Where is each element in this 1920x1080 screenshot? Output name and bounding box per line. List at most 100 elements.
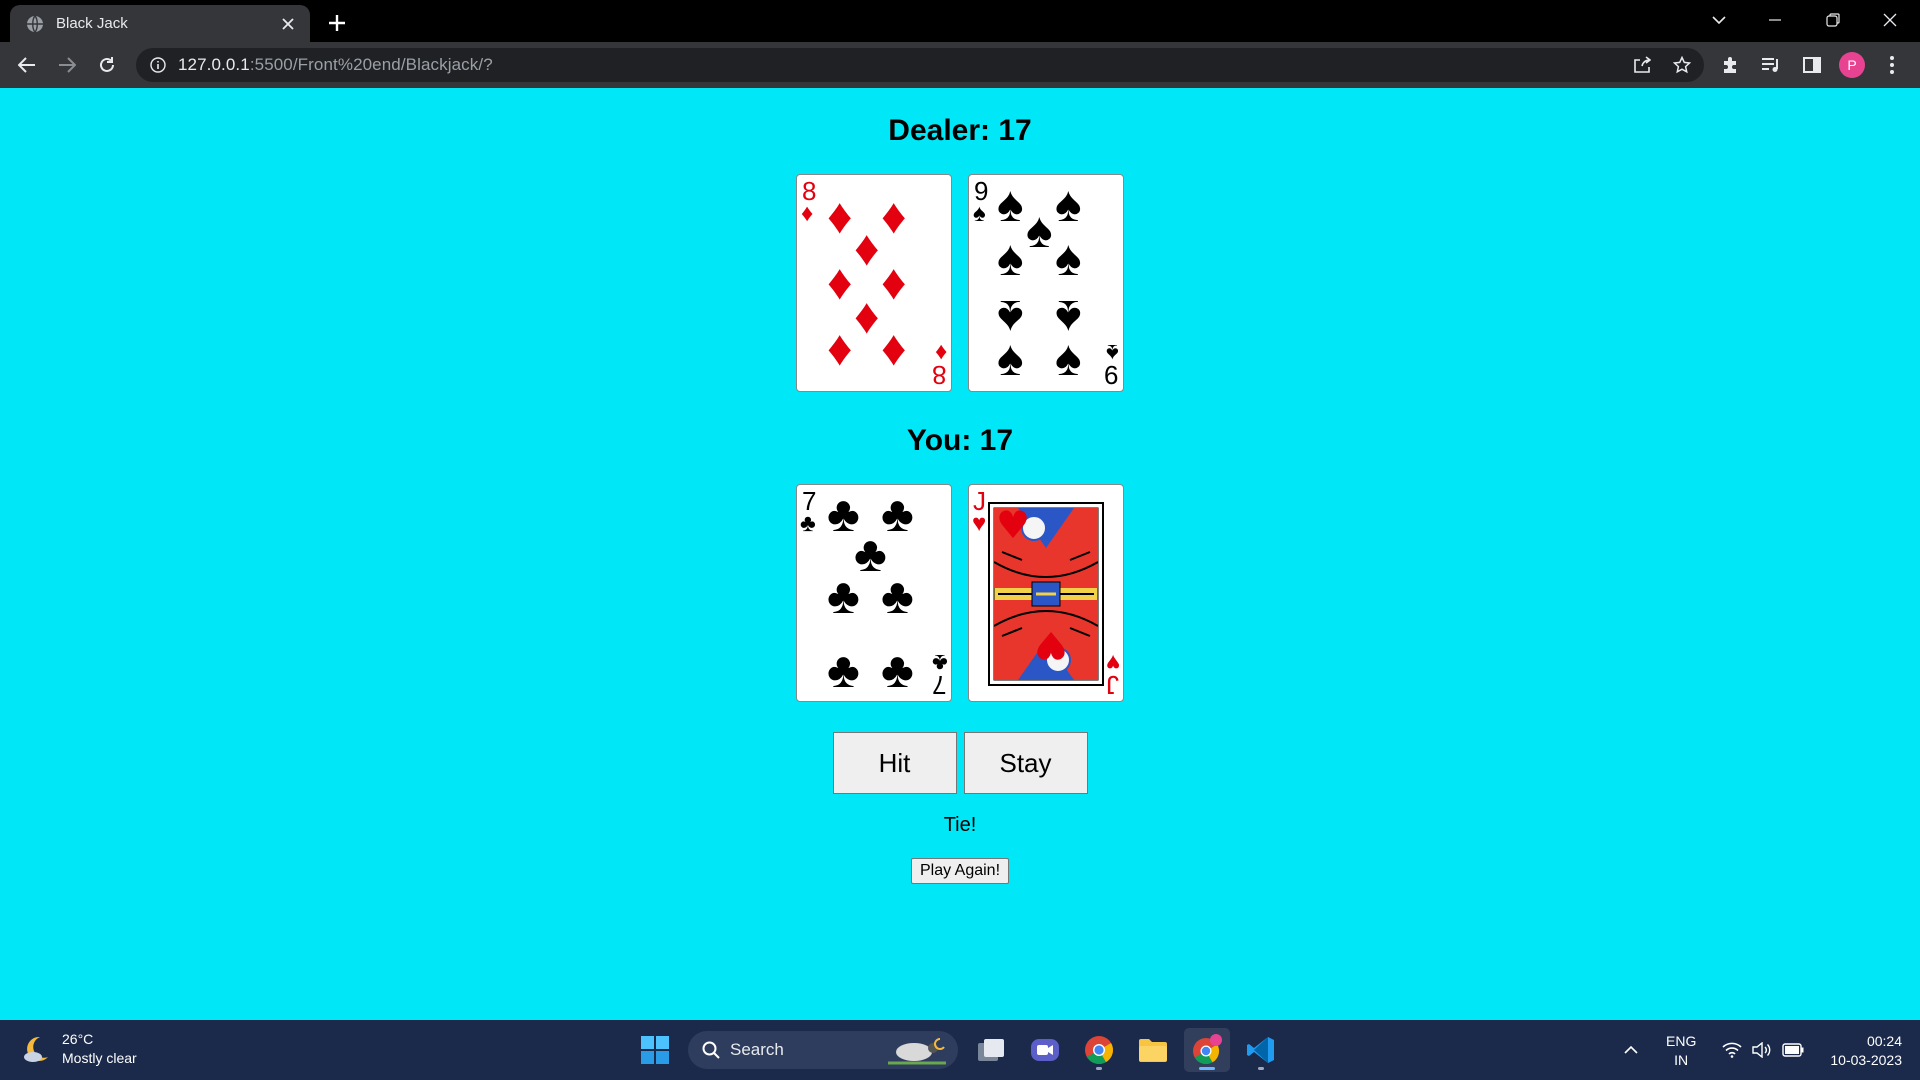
chrome-app-button[interactable] bbox=[1076, 1028, 1122, 1072]
weather-temperature: 26°C bbox=[62, 1031, 94, 1047]
site-info-icon[interactable] bbox=[150, 57, 166, 73]
jack-face-illustration: ♥ ♥ bbox=[988, 502, 1104, 686]
diamond-icon: ♦ bbox=[854, 288, 880, 344]
diamond-icon: ♦ bbox=[827, 254, 853, 310]
stay-button[interactable]: Stay bbox=[963, 732, 1088, 794]
diamond-icon: ♦ bbox=[881, 320, 907, 376]
dealer-hand: 8 ♦ 8 ♦ ♦ ♦ ♦ ♦ ♦ ♦ ♦ ♦ 9 ♠ 9 ♠ ♠ ♠ ♠ ♠ … bbox=[0, 174, 1920, 392]
start-button[interactable] bbox=[632, 1028, 678, 1072]
extensions-puzzle-icon[interactable] bbox=[1714, 49, 1746, 81]
weather-description: Mostly clear bbox=[62, 1050, 137, 1066]
running-indicator bbox=[1096, 1067, 1102, 1070]
side-panel-icon[interactable] bbox=[1796, 49, 1828, 81]
clock-date: 10-03-2023 bbox=[1830, 1052, 1902, 1068]
media-controls-icon[interactable] bbox=[1755, 49, 1787, 81]
tab-search-chevron-down-icon[interactable] bbox=[1695, 0, 1743, 40]
club-icon: ♣ bbox=[881, 642, 914, 698]
globe-icon bbox=[26, 15, 44, 33]
club-icon: ♣ bbox=[932, 649, 948, 676]
card-jack-of-hearts: J ♥ J ♥ ♥ ♥ bbox=[968, 484, 1124, 702]
spade-icon: ♠ bbox=[1106, 339, 1119, 366]
spade-icon: ♠ bbox=[997, 330, 1024, 386]
player-heading: You: 17 bbox=[906, 424, 1014, 457]
spade-icon: ♠ bbox=[1055, 176, 1082, 232]
hit-button[interactable]: Hit bbox=[832, 732, 957, 794]
file-explorer-button[interactable] bbox=[1130, 1028, 1176, 1072]
windows-logo-icon bbox=[641, 1036, 669, 1064]
clock-time: 00:24 bbox=[1866, 1033, 1902, 1049]
diamond-icon: ♦ bbox=[881, 188, 907, 244]
club-icon: ♣ bbox=[827, 568, 860, 624]
play-again-button[interactable]: Play Again! bbox=[910, 858, 1010, 884]
profile-avatar[interactable]: P bbox=[1836, 49, 1868, 81]
task-view-icon bbox=[976, 1037, 1006, 1063]
card-9-of-spades: 9 ♠ 9 ♠ ♠ ♠ ♠ ♠ ♠ ♠ ♠ ♠ ♠ bbox=[968, 174, 1124, 392]
club-icon: ♣ bbox=[800, 510, 816, 537]
player-hand: 7 ♣ 7 ♣ ♣ ♣ ♣ ♣ ♣ ♣ ♣ J ♥ J ♥ ♥ ♥ bbox=[0, 484, 1920, 702]
result-text: Tie! bbox=[943, 814, 977, 836]
chrome-icon bbox=[1084, 1035, 1114, 1065]
minimize-button[interactable] bbox=[1751, 0, 1799, 40]
heart-icon: ♥ bbox=[1105, 649, 1120, 676]
more-menu-icon[interactable] bbox=[1876, 49, 1908, 81]
blackjack-page: Dealer: 17 8 ♦ 8 ♦ ♦ ♦ ♦ ♦ ♦ ♦ ♦ ♦ 9 ♠ 9… bbox=[0, 88, 1920, 1020]
diamond-icon: ♦ bbox=[827, 320, 853, 376]
card-7-of-clubs: 7 ♣ 7 ♣ ♣ ♣ ♣ ♣ ♣ ♣ ♣ bbox=[796, 484, 952, 702]
new-tab-button[interactable] bbox=[323, 9, 351, 37]
spade-icon: ♠ bbox=[973, 200, 986, 227]
browser-tab[interactable]: Black Jack bbox=[10, 5, 310, 42]
folder-icon bbox=[1138, 1037, 1168, 1063]
reload-button[interactable] bbox=[91, 49, 123, 81]
spade-icon: ♠ bbox=[1055, 230, 1082, 286]
close-tab-icon[interactable] bbox=[278, 14, 298, 34]
club-icon: ♣ bbox=[881, 568, 914, 624]
svg-text:♥: ♥ bbox=[996, 503, 1030, 547]
teams-meet-button[interactable] bbox=[1022, 1028, 1068, 1072]
system-tray-status[interactable] bbox=[1722, 1020, 1804, 1080]
battery-icon bbox=[1782, 1043, 1804, 1057]
chrome-profile-icon bbox=[1191, 1034, 1223, 1066]
moon-cloud-icon bbox=[20, 1033, 52, 1065]
chrome-profile-app-button[interactable] bbox=[1184, 1028, 1230, 1072]
search-label: Search bbox=[730, 1040, 784, 1059]
share-icon[interactable] bbox=[1626, 49, 1658, 81]
dealer-heading: Dealer: 17 bbox=[888, 114, 1032, 147]
running-indicator bbox=[1258, 1067, 1264, 1070]
diamond-icon: ♦ bbox=[801, 200, 814, 227]
tab-title: Black Jack bbox=[56, 15, 128, 32]
action-buttons: Hit Stay bbox=[0, 732, 1920, 794]
club-icon: ♣ bbox=[827, 642, 860, 698]
forward-button[interactable] bbox=[51, 49, 83, 81]
diamond-icon: ♦ bbox=[827, 188, 853, 244]
task-view-button[interactable] bbox=[968, 1028, 1014, 1072]
browser-toolbar: 127.0.0.1:5500/Front%20end/Blackjack/? P bbox=[0, 42, 1920, 88]
play-again-wrapper: Play Again! bbox=[0, 858, 1920, 884]
weather-widget[interactable]: 26°C Mostly clear bbox=[20, 1030, 137, 1068]
vscode-button[interactable] bbox=[1238, 1028, 1284, 1072]
spade-icon: ♠ bbox=[1026, 202, 1053, 258]
diamond-icon: ♦ bbox=[854, 220, 880, 276]
spade-icon: ♠ bbox=[1055, 330, 1082, 386]
spade-icon: ♠ bbox=[997, 176, 1024, 232]
clock[interactable]: 00:24 10-03-2023 bbox=[1818, 1032, 1902, 1070]
taskbar-search[interactable]: Search bbox=[688, 1031, 958, 1069]
back-button[interactable] bbox=[11, 49, 43, 81]
search-highlight-sheep-icon bbox=[886, 1035, 948, 1065]
diamond-icon: ♦ bbox=[881, 254, 907, 310]
address-bar[interactable]: 127.0.0.1:5500/Front%20end/Blackjack/? bbox=[136, 48, 1704, 82]
wifi-icon bbox=[1722, 1042, 1742, 1058]
search-icon bbox=[702, 1041, 720, 1059]
video-camera-icon bbox=[1030, 1036, 1060, 1064]
diamond-icon: ♦ bbox=[934, 339, 947, 366]
close-window-button[interactable] bbox=[1866, 0, 1914, 40]
url-text[interactable]: 127.0.0.1:5500/Front%20end/Blackjack/? bbox=[178, 55, 493, 75]
input-language-indicator[interactable]: ENG IN bbox=[1666, 1032, 1696, 1070]
running-indicator bbox=[1199, 1067, 1215, 1070]
restore-button[interactable] bbox=[1809, 0, 1857, 40]
show-hidden-icons-chevron-up-icon[interactable] bbox=[1624, 1020, 1638, 1080]
heart-icon: ♥ bbox=[972, 510, 987, 537]
bookmark-star-icon[interactable] bbox=[1666, 49, 1698, 81]
browser-tab-bar: Black Jack bbox=[0, 0, 1920, 42]
speaker-icon bbox=[1752, 1042, 1772, 1058]
region-code: IN bbox=[1674, 1052, 1689, 1068]
